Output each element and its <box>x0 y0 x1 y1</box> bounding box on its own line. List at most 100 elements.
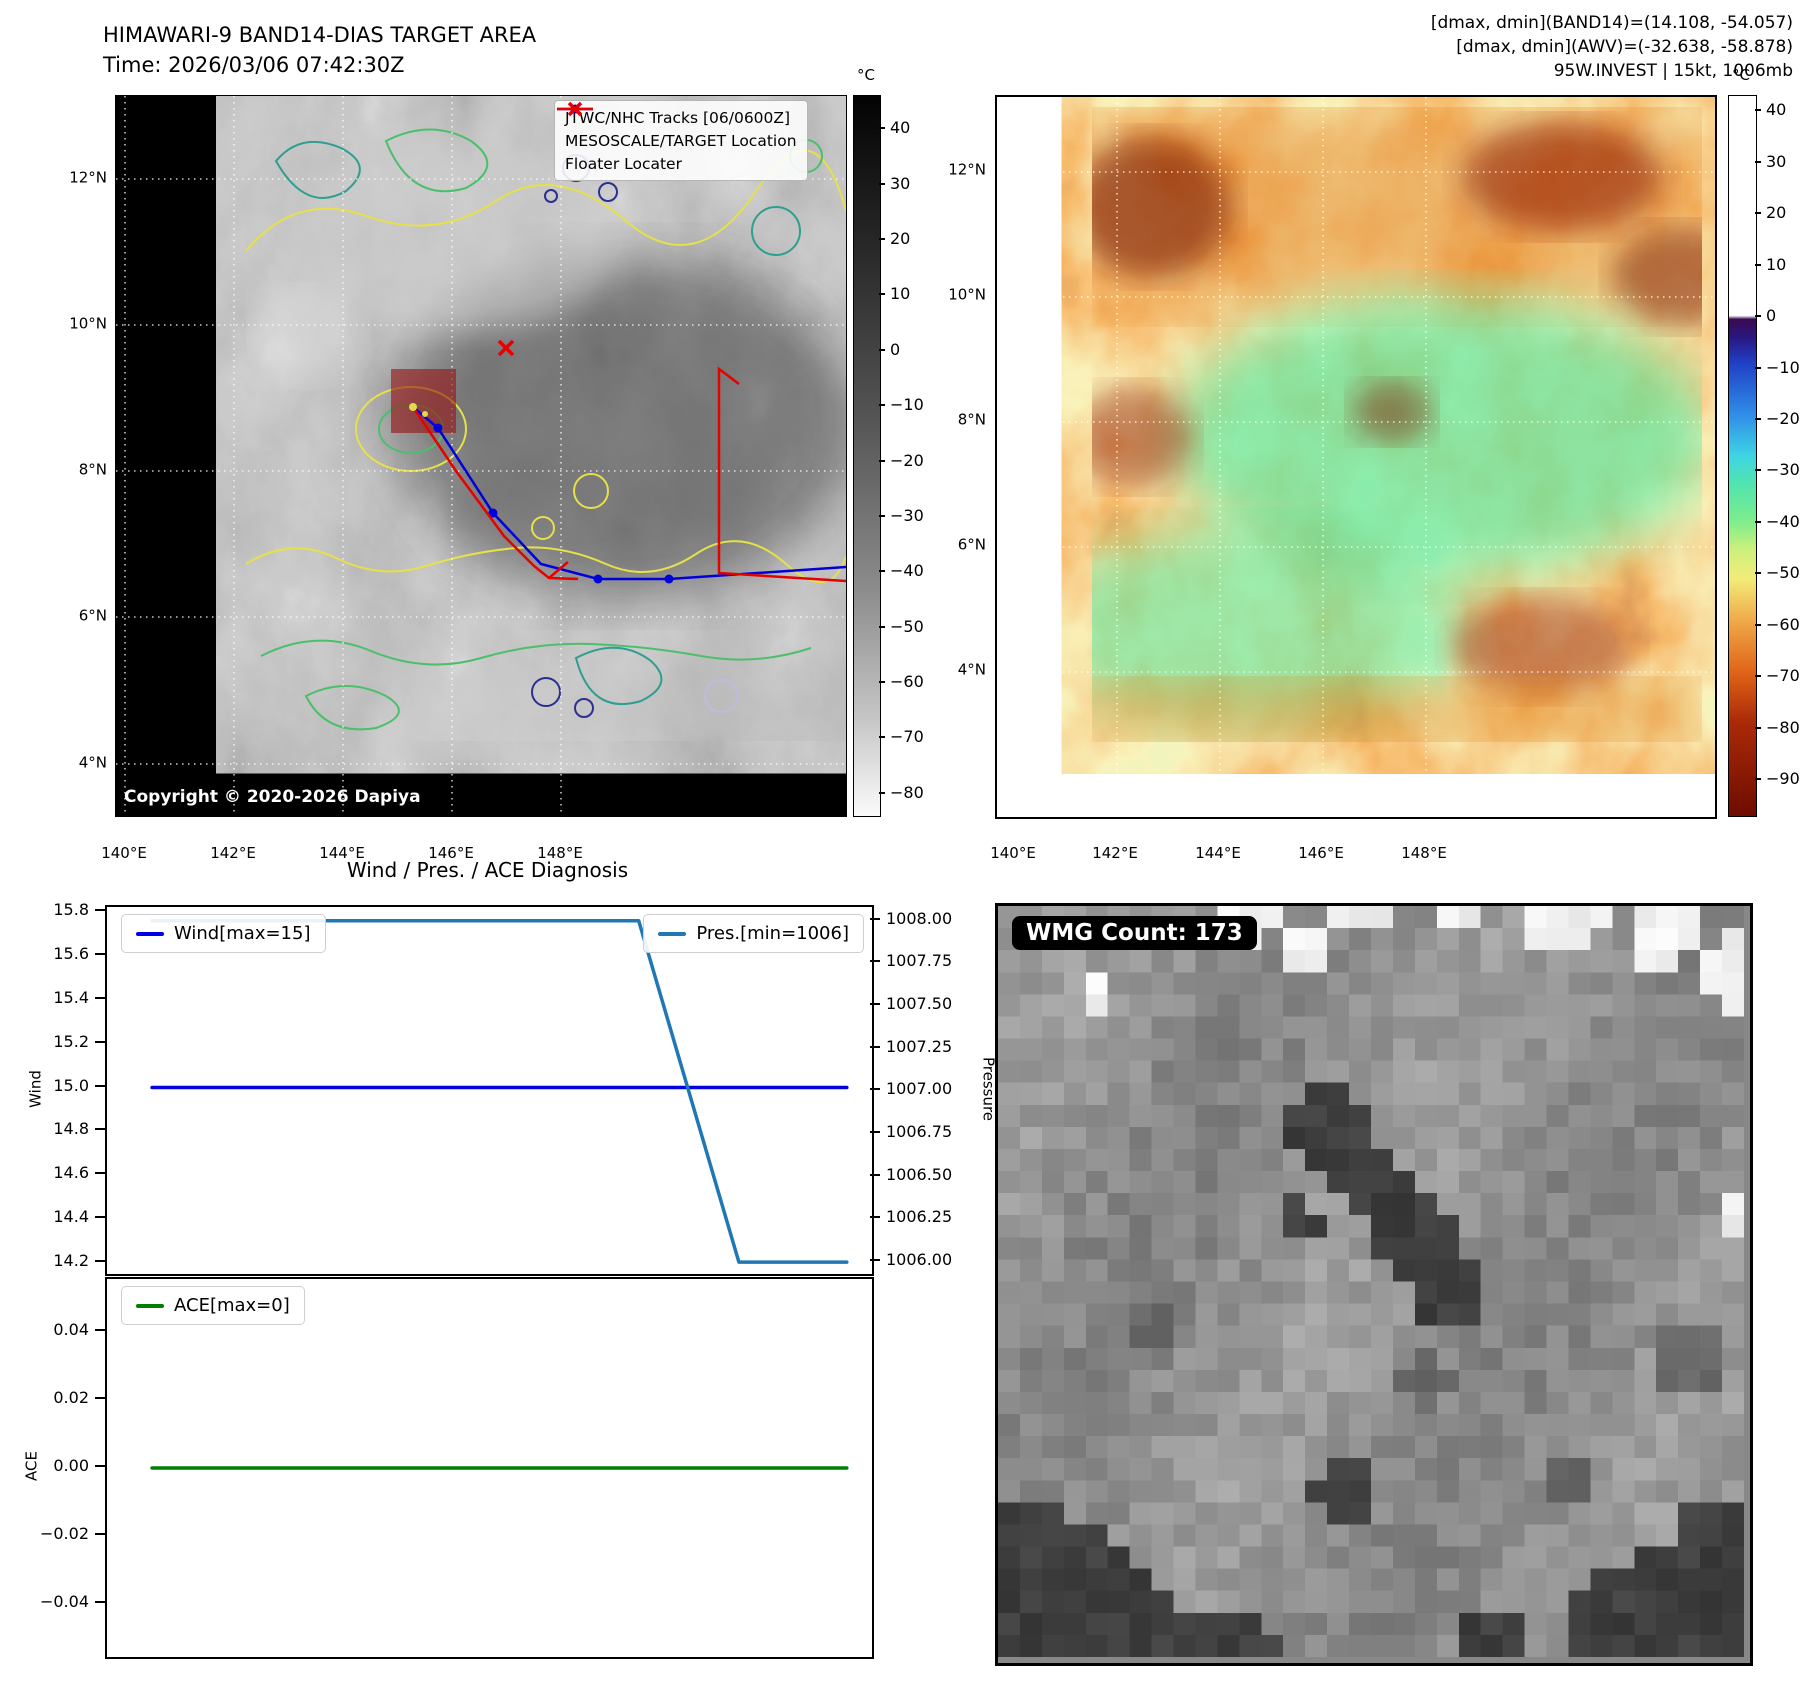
tick-mark <box>95 1329 105 1332</box>
satellite-ir-image <box>245 96 846 741</box>
awv-lat-tick: 6°N <box>957 535 986 554</box>
awv-colorbar-tick: −80 <box>1766 717 1800 737</box>
ace-axis-label: ACE <box>22 1451 41 1481</box>
band14-lat-tick: 12°N <box>69 168 107 187</box>
tick-mark <box>879 791 885 794</box>
y-tick-left: 0.00 <box>53 1456 89 1475</box>
map-legend-item: JTWC/NHC Tracks [06/0600Z] <box>557 104 797 129</box>
legend-swatch <box>658 931 687 936</box>
tick-mark <box>870 1173 880 1176</box>
tick-mark <box>95 1216 105 1219</box>
band14-colorbar-unit: °C <box>857 66 875 84</box>
tick-mark <box>1755 418 1761 420</box>
band14-lat-tick: 6°N <box>78 606 107 625</box>
legend-swatch <box>136 931 164 936</box>
awv-colorbar-tick: 20 <box>1766 203 1787 223</box>
wmg-count-badge: WMG Count: 173 <box>1012 916 1257 950</box>
band14-colorbar-tick: −30 <box>890 505 924 525</box>
awv-lon-tick: 142°E <box>1092 844 1138 862</box>
y-tick-right: 1006.00 <box>886 1250 953 1270</box>
awv-colorbar-tick: −30 <box>1766 460 1800 480</box>
wmg-panel: WMG Count: 173 <box>995 903 1753 1666</box>
awv-lat-tick: 12°N <box>948 160 986 179</box>
awv-colorbar-tick: −20 <box>1766 409 1800 428</box>
diagnosis-title: Wind / Pres. / ACE Diagnosis <box>346 858 629 882</box>
tick-mark <box>870 1131 880 1134</box>
y-tick-left: 15.8 <box>53 900 89 920</box>
ace-plot <box>150 1466 849 1470</box>
legend-label: ACE[max=0] <box>174 1295 290 1316</box>
awv-colorbar-tick: 30 <box>1766 151 1787 171</box>
chart-legend: Wind[max=15] <box>121 914 326 953</box>
band14-colorbar-tick: 20 <box>890 229 911 248</box>
y-tick-right: 1007.50 <box>886 994 953 1013</box>
y-tick-right: 1007.25 <box>886 1036 953 1056</box>
tick-mark <box>870 1003 880 1005</box>
awv-colorbar-tick: −40 <box>1766 511 1800 531</box>
y-tick-left: 14.4 <box>53 1207 89 1227</box>
wmg-pixel-image <box>998 906 1745 1658</box>
map-legend-label: JTWC/NHC Tracks [06/0600Z] <box>565 108 791 127</box>
map-legend-label: MESOSCALE/TARGET Location <box>565 131 797 150</box>
tick-mark <box>870 1088 880 1091</box>
band14-lon-tick: 146°E <box>428 844 474 862</box>
legend-label: Wind[max=15] <box>174 923 311 944</box>
y-tick-right: 1006.50 <box>886 1164 953 1184</box>
tick-mark <box>879 404 885 407</box>
awv-header-line-2: [dmax, dmin](AWV)=(-32.638, -58.878) <box>1456 36 1793 57</box>
awv-lat-tick: 10°N <box>948 285 986 304</box>
band14-lat-tick: 4°N <box>78 753 107 772</box>
tick-mark <box>1755 315 1761 318</box>
tick-mark <box>95 1532 105 1535</box>
awv-colorbar-tick: −70 <box>1766 666 1800 686</box>
awv-colorbar-tick: 10 <box>1766 254 1787 274</box>
band14-colorbar-tick: 30 <box>890 173 911 193</box>
tick-mark <box>1755 160 1761 163</box>
band14-colorbar <box>853 95 881 817</box>
y-tick-left: 15.6 <box>53 943 89 963</box>
band14-colorbar-tick: −10 <box>890 395 924 415</box>
band14-lon-tick: 144°E <box>319 844 365 862</box>
y-tick-left: 0.04 <box>53 1320 89 1340</box>
band14-lat-tick: 10°N <box>69 314 107 333</box>
awv-colorbar <box>1728 95 1757 817</box>
awv-lon-tick: 140°E <box>990 844 1036 862</box>
chart-legend: ACE[max=0] <box>121 1286 305 1325</box>
tick-mark <box>879 348 885 351</box>
y-tick-right: 1006.25 <box>886 1207 953 1227</box>
tick-mark <box>879 182 885 185</box>
wind-pressure-chart <box>105 905 874 1276</box>
band14-colorbar-tick: −40 <box>890 561 924 581</box>
band14-lon-tick: 140°E <box>101 844 147 862</box>
band14-colorbar-tick: −70 <box>890 727 924 747</box>
awv-header-line-1: [dmax, dmin](BAND14)=(14.108, -54.057) <box>1430 13 1793 33</box>
band14-time: Time: 2026/03/06 07:42:30Z <box>103 53 405 78</box>
tick-mark <box>870 917 880 920</box>
band14-colorbar-tick: 0 <box>890 339 901 359</box>
awv-map-image <box>997 97 1715 817</box>
band14-colorbar-tick: −80 <box>890 782 924 802</box>
tick-mark <box>870 1216 880 1219</box>
band14-title-block: HIMAWARI-9 BAND14-DIAS TARGET AREA Time:… <box>103 20 536 81</box>
tick-mark <box>95 952 105 955</box>
band14-lon-tick: 148°E <box>537 844 583 862</box>
legend-label: Pres.[min=1006] <box>696 923 849 944</box>
tick-mark <box>1755 212 1761 215</box>
band14-lon-tick: 142°E <box>210 844 256 862</box>
y-tick-right: 1007.00 <box>886 1079 953 1099</box>
tick-mark <box>879 293 885 296</box>
tick-mark <box>879 570 885 573</box>
tick-mark <box>879 681 885 684</box>
awv-lon-tick: 144°E <box>1195 844 1241 862</box>
awv-colorbar-tick: 0 <box>1766 306 1777 326</box>
tick-mark <box>1755 778 1761 780</box>
series-line <box>150 918 849 1264</box>
awv-lon-tick: 146°E <box>1298 844 1344 862</box>
awv-colorbar-unit: °C <box>1732 66 1750 84</box>
y-tick-right: 1008.00 <box>886 908 953 928</box>
tick-mark <box>879 127 885 130</box>
tick-mark <box>95 1260 105 1263</box>
awv-colorbar-tick: −60 <box>1766 614 1800 634</box>
tick-mark <box>95 996 105 999</box>
awv-colorbar-tick: −90 <box>1766 769 1800 788</box>
